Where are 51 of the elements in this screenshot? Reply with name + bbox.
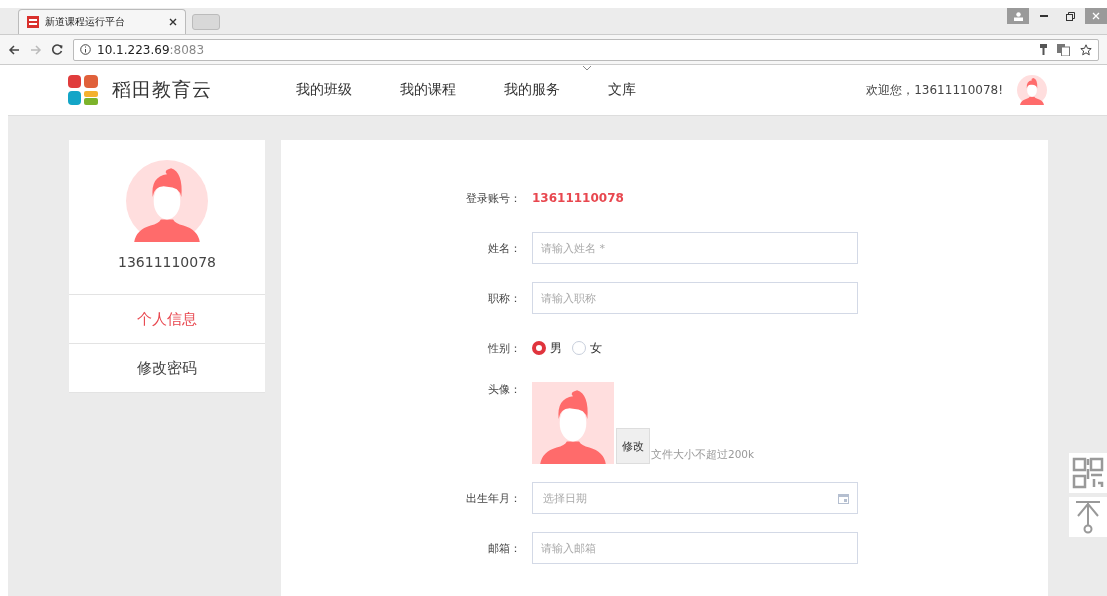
change-avatar-button[interactable]: 修改 (616, 428, 650, 464)
arrow-up-to-top-icon (1074, 500, 1102, 534)
field-label: 职称： (487, 290, 522, 306)
user-avatar (1017, 75, 1047, 105)
gender-radio-option[interactable]: 男 (532, 339, 562, 357)
option-label: 男 (550, 339, 562, 357)
minimize-icon (1040, 15, 1048, 17)
welcome-text: 欢迎您，13611110078! (866, 81, 1003, 99)
nav-link[interactable]: 我的服务 (504, 81, 560, 99)
restore-icon (1065, 11, 1075, 21)
sidebar-menu-item[interactable]: 修改密码 (69, 344, 265, 393)
back-arrow-icon[interactable] (8, 44, 20, 55)
address-bar[interactable]: 10.1.223.69:8083 (73, 38, 1099, 61)
logo-text: 稻田教育云 (112, 77, 212, 102)
username-text: 13611110078 (118, 254, 216, 270)
sidebar-menu-item[interactable]: 个人信息 (69, 295, 265, 344)
option-label: 女 (590, 339, 602, 357)
reload-icon[interactable] (52, 44, 63, 55)
info-icon (80, 44, 91, 55)
field-label: 登录账号： (465, 190, 522, 206)
text-input-field[interactable]: 请输入姓名 * (532, 232, 858, 264)
gender-radio-option[interactable]: 女 (572, 339, 602, 357)
field-label: 头像： (487, 382, 522, 397)
field-label: 性别： (487, 340, 522, 356)
back-to-top-button[interactable] (1069, 497, 1107, 537)
site-favicon (27, 16, 39, 28)
nav-link[interactable]: 我的课程 (400, 81, 456, 99)
tab-title: 新道课程运行平台 (45, 15, 125, 29)
radio-button[interactable] (532, 341, 546, 355)
field-label: 邮箱： (487, 540, 522, 556)
translate-icon[interactable] (1057, 43, 1070, 56)
date-input-field[interactable]: 选择日期 (532, 482, 858, 514)
account-number: 13611110078 (532, 191, 624, 205)
calendar-icon (838, 492, 849, 504)
text-input-field[interactable]: 请输入邮箱 (532, 532, 858, 564)
field-label: 姓名： (487, 240, 522, 256)
browser-tab[interactable]: 新道课程运行平台 (18, 9, 186, 34)
qr-code-button[interactable] (1069, 453, 1107, 493)
url-text: 10.1.223.69:8083 (97, 42, 205, 57)
logo-icon (68, 75, 98, 105)
person-icon (1013, 11, 1023, 21)
star-icon[interactable] (1080, 43, 1092, 56)
text-input-field[interactable]: 请输入职称 (532, 282, 858, 314)
close-icon[interactable] (169, 18, 177, 26)
close-icon (1092, 12, 1100, 20)
file-size-hint: 文件大小不超过200k (651, 448, 755, 462)
nav-link[interactable]: 我的班级 (296, 81, 352, 99)
nav-link[interactable]: 文库 (608, 81, 636, 99)
field-label: 出生年月： (465, 490, 522, 506)
chevron-down-icon (582, 65, 592, 71)
qr-code-icon (1072, 457, 1104, 489)
